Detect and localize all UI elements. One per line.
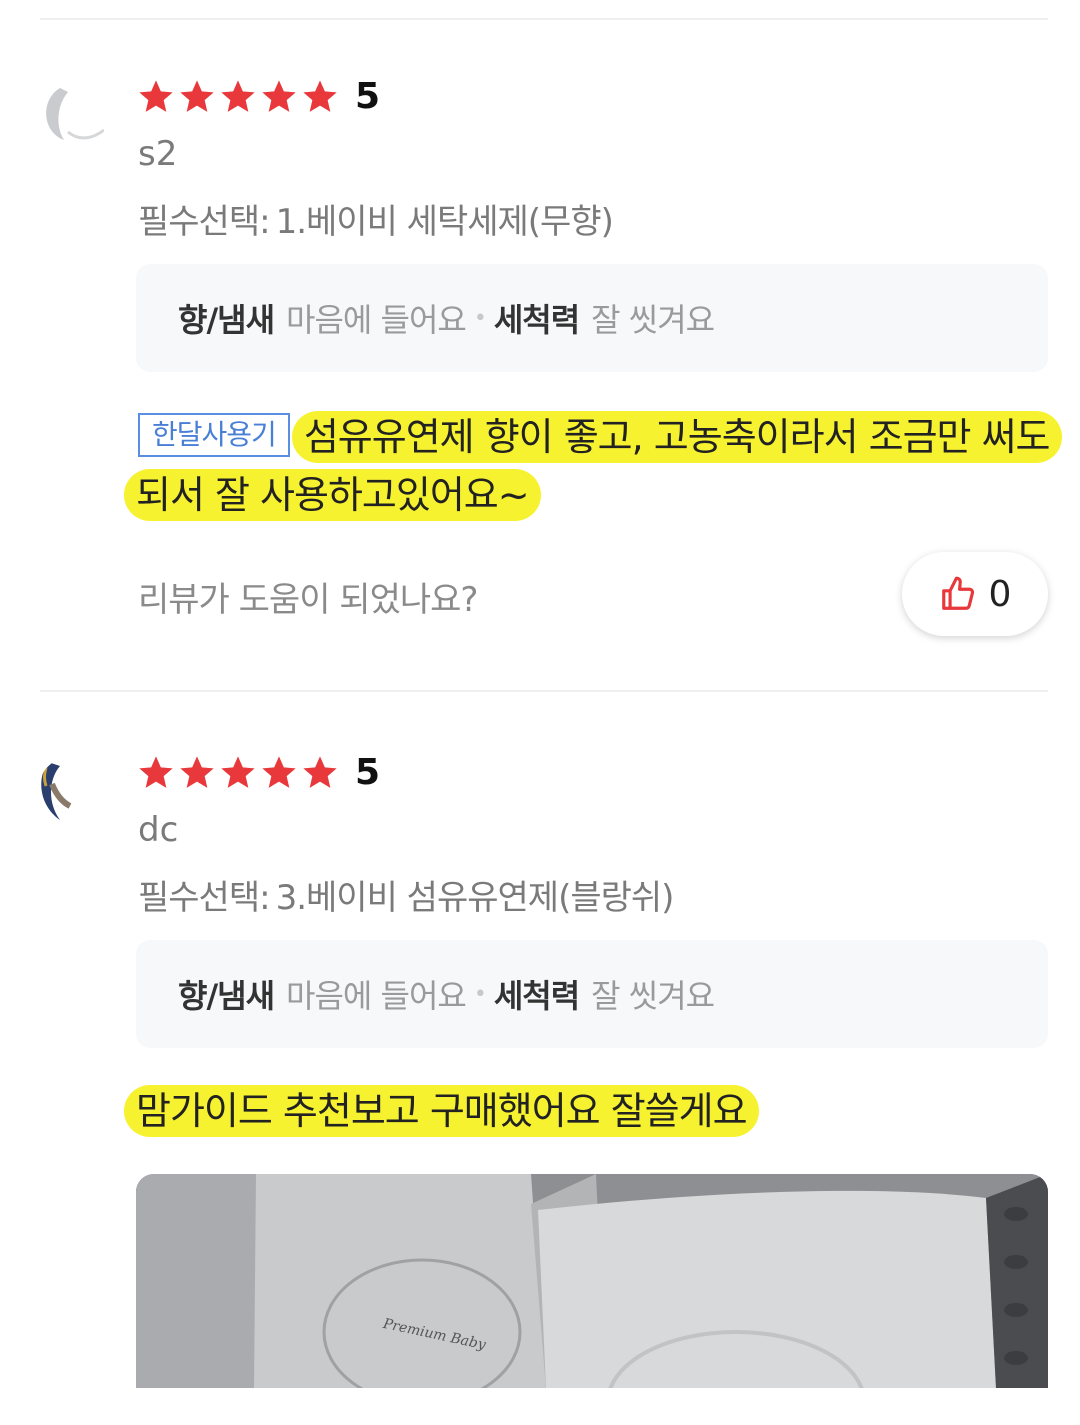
star-icon bbox=[221, 755, 255, 788]
star-icon bbox=[262, 79, 296, 112]
separator-dot: • bbox=[473, 305, 487, 331]
attribute-summary: 향/냄새 마음에 들어요 • 세척력 잘 씻겨요 bbox=[136, 940, 1048, 1048]
review-photo[interactable]: Premium Baby bbox=[136, 1174, 1048, 1388]
star-icon bbox=[139, 755, 173, 788]
option-selection: 필수선택: 1.베이비 세탁세제(무향) bbox=[138, 194, 614, 243]
attribute-summary: 향/냄새 마음에 들어요 • 세척력 잘 씻겨요 bbox=[136, 264, 1048, 372]
option-label: 필수선택: bbox=[138, 878, 271, 918]
rating-score: 5 bbox=[355, 752, 381, 793]
divider bbox=[40, 18, 1048, 20]
star-rating: 5 bbox=[136, 752, 380, 793]
star-icon bbox=[303, 755, 337, 788]
avatar[interactable] bbox=[38, 756, 108, 826]
star-icon bbox=[221, 79, 255, 112]
product-photo-image: Premium Baby bbox=[136, 1174, 1048, 1388]
attr-key-cleaning: 세척력 bbox=[493, 301, 580, 339]
attr-key-cleaning: 세척력 bbox=[493, 977, 580, 1015]
star-icon bbox=[180, 79, 214, 112]
divider bbox=[40, 690, 1048, 692]
review-text-block: 맘가이드 추천보고 구매했어요 잘쓸게요 bbox=[124, 1082, 1054, 1140]
star-icon bbox=[262, 755, 296, 788]
review-text-block: 한달사용기 섬유유연제 향이 좋고, 고농축이라서 조금만 써도 되서 잘 사용하… bbox=[124, 408, 1062, 524]
usage-badge: 한달사용기 bbox=[138, 413, 290, 457]
star-icon bbox=[139, 79, 173, 112]
attr-value-scent: 마음에 들어요 bbox=[286, 301, 467, 339]
attr-value-cleaning: 잘 씻겨요 bbox=[591, 977, 715, 1015]
star-rating: 5 bbox=[136, 76, 380, 117]
attr-value-cleaning: 잘 씻겨요 bbox=[591, 301, 715, 339]
option-value: 3.베이비 섬유유연제(블랑쉬) bbox=[275, 878, 675, 918]
option-selection: 필수선택: 3.베이비 섬유유연제(블랑쉬) bbox=[138, 870, 675, 919]
option-label: 필수선택: bbox=[138, 202, 271, 242]
helpful-question: 리뷰가 도움이 되었나요? bbox=[138, 580, 478, 620]
like-button[interactable]: 0 bbox=[902, 552, 1048, 636]
avatar[interactable] bbox=[38, 80, 108, 150]
review-list: 5 s2 필수선택: 1.베이비 세탁세제(무향) 향/냄새 마음에 들어요 • … bbox=[0, 0, 1080, 1425]
username: dc bbox=[138, 810, 179, 850]
thumbs-up-icon bbox=[941, 576, 974, 610]
separator-dot: • bbox=[473, 981, 487, 1007]
option-value: 1.베이비 세탁세제(무향) bbox=[275, 202, 614, 242]
like-count: 0 bbox=[988, 573, 1012, 615]
star-icon bbox=[303, 79, 337, 112]
attr-value-scent: 마음에 들어요 bbox=[286, 977, 467, 1015]
rating-score: 5 bbox=[355, 76, 381, 117]
attr-key-scent: 향/냄새 bbox=[178, 977, 275, 1015]
attr-key-scent: 향/냄새 bbox=[178, 301, 275, 339]
star-icon bbox=[180, 755, 214, 788]
review-text: 맘가이드 추천보고 구매했어요 잘쓸게요 bbox=[124, 1085, 759, 1137]
username: s2 bbox=[138, 134, 178, 174]
